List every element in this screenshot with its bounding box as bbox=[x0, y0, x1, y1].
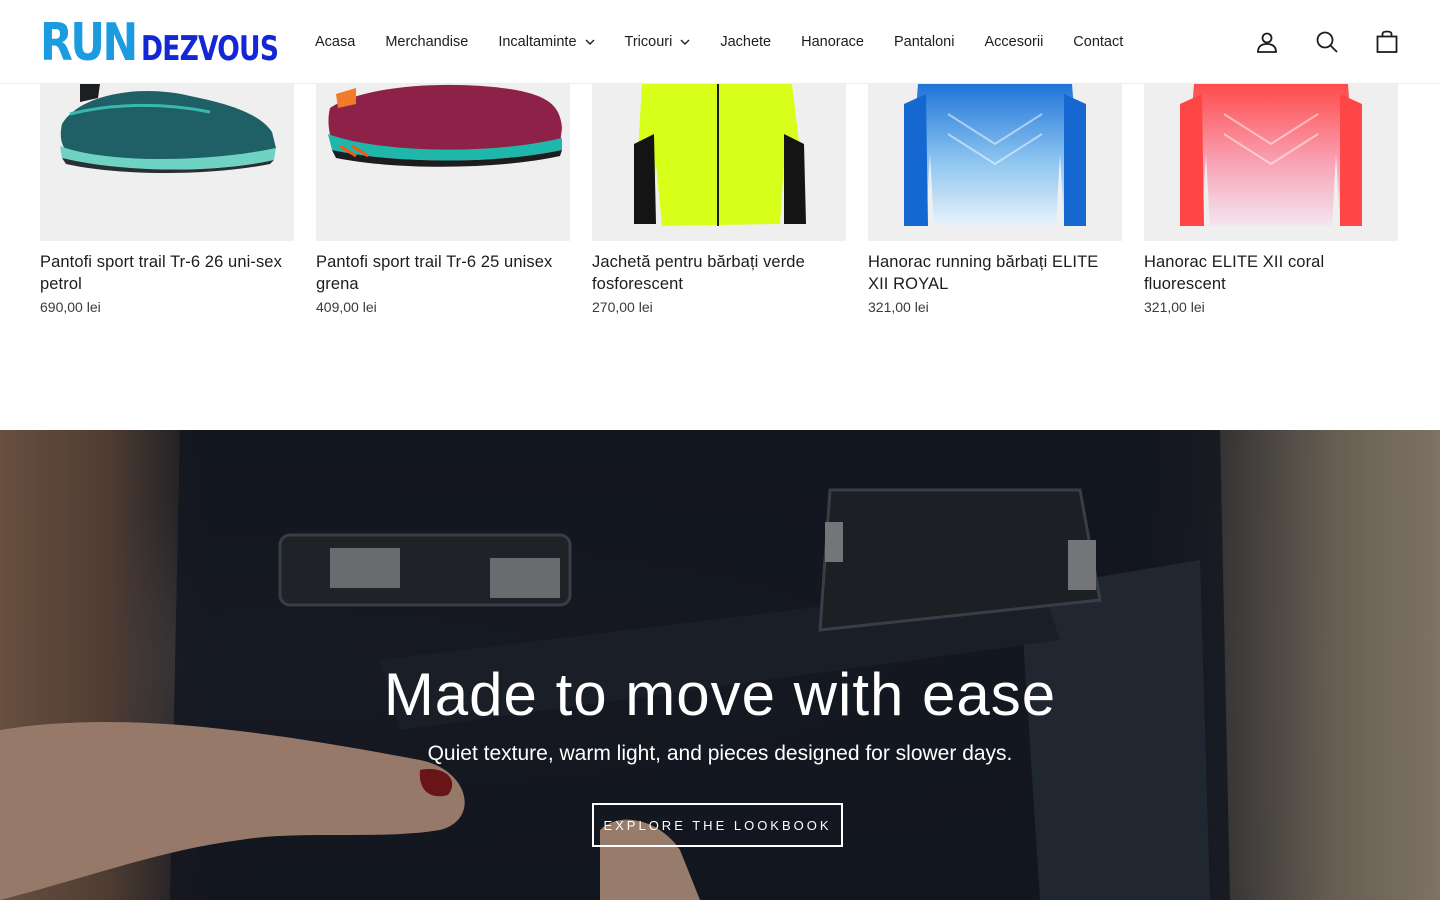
product-image-burgundy-trail-shoe[interactable] bbox=[316, 84, 570, 241]
product-title[interactable]: Pantofi sport trail Tr-6 25 unisex grena bbox=[316, 251, 570, 295]
product-grid: Pantofi sport trail Tr-6 26 uni-sex petr… bbox=[40, 84, 1400, 315]
product-price: 270,00 lei bbox=[592, 299, 653, 315]
product-price: 690,00 lei bbox=[40, 299, 101, 315]
nav-item-tricouri[interactable]: Tricouri bbox=[610, 34, 706, 50]
nav-item-label: Hanorace bbox=[801, 34, 864, 50]
chevron-down-icon bbox=[680, 39, 690, 45]
nav-item-label: Pantaloni bbox=[894, 34, 955, 50]
nav-item-contact[interactable]: Contact bbox=[1058, 34, 1138, 50]
nav-item-label: Tricouri bbox=[624, 34, 673, 50]
product-title[interactable]: Hanorac ELITE XII coral fluorescent bbox=[1144, 251, 1398, 295]
product-image-coral-running-top[interactable] bbox=[1144, 84, 1398, 241]
nav-item-label: Accesorii bbox=[984, 34, 1044, 50]
hero-banner: Made to move with ease Quiet texture, wa… bbox=[0, 430, 1440, 900]
logo-dezvous-text: DEZVOUS bbox=[140, 29, 279, 69]
nav-item-label: Jachete bbox=[720, 34, 772, 50]
product-image-blue-running-top[interactable] bbox=[868, 84, 1122, 241]
product-title[interactable]: Hanorac running bărbați ELITE XII ROYAL bbox=[868, 251, 1122, 295]
product-title[interactable]: Jachetă pentru bărbați verde fosforescen… bbox=[592, 251, 846, 295]
hero-title: Made to move with ease bbox=[383, 661, 1057, 728]
nav-item-label: Contact bbox=[1073, 34, 1124, 50]
product-card[interactable]: Pantofi sport trail Tr-6 25 unisex grena… bbox=[316, 84, 570, 315]
nav-item-accesorii[interactable]: Accesorii bbox=[969, 34, 1058, 50]
nav-item-hanorace[interactable]: Hanorace bbox=[786, 34, 879, 50]
product-price: 321,00 lei bbox=[868, 299, 929, 315]
nav-item-incaltaminte[interactable]: Incaltaminte bbox=[483, 34, 609, 50]
product-card[interactable]: Hanorac running bărbați ELITE XII ROYAL … bbox=[868, 84, 1122, 315]
product-card[interactable]: Hanorac ELITE XII coral fluorescent 321,… bbox=[1144, 84, 1398, 315]
main-nav: Acasa Merchandise Incaltaminte Tricouri … bbox=[300, 0, 1138, 84]
product-title[interactable]: Pantofi sport trail Tr-6 26 uni-sex petr… bbox=[40, 251, 294, 295]
nav-item-merchandise[interactable]: Merchandise bbox=[370, 34, 483, 50]
nav-item-label: Merchandise bbox=[385, 34, 469, 50]
product-image-neon-green-jacket[interactable] bbox=[592, 84, 846, 241]
header-icons bbox=[1254, 0, 1400, 84]
brand-logo[interactable]: RUN DEZVOUS bbox=[40, 13, 317, 73]
nav-item-acasa[interactable]: Acasa bbox=[300, 34, 370, 50]
search-icon[interactable] bbox=[1314, 29, 1340, 55]
nav-item-label: Incaltaminte bbox=[498, 34, 577, 50]
site-header: RUN DEZVOUS Acasa Merchandise Incaltamin… bbox=[0, 0, 1440, 84]
logo-run-text: RUN bbox=[40, 13, 138, 73]
account-icon[interactable] bbox=[1254, 29, 1280, 55]
nav-item-pantaloni[interactable]: Pantaloni bbox=[879, 34, 969, 50]
product-image-teal-trail-shoe[interactable] bbox=[40, 84, 294, 241]
product-price: 321,00 lei bbox=[1144, 299, 1205, 315]
hero-subtitle: Quiet texture, warm light, and pieces de… bbox=[427, 742, 1013, 765]
product-price: 409,00 lei bbox=[316, 299, 377, 315]
nav-item-label: Acasa bbox=[315, 34, 356, 50]
explore-lookbook-button[interactable]: EXPLORE THE LOOKBOOK bbox=[592, 803, 843, 847]
cart-icon[interactable] bbox=[1374, 29, 1400, 55]
product-card[interactable]: Jachetă pentru bărbați verde fosforescen… bbox=[592, 84, 846, 315]
product-card[interactable]: Pantofi sport trail Tr-6 26 uni-sex petr… bbox=[40, 84, 294, 315]
nav-item-jachete[interactable]: Jachete bbox=[705, 34, 786, 50]
chevron-down-icon bbox=[585, 39, 595, 45]
